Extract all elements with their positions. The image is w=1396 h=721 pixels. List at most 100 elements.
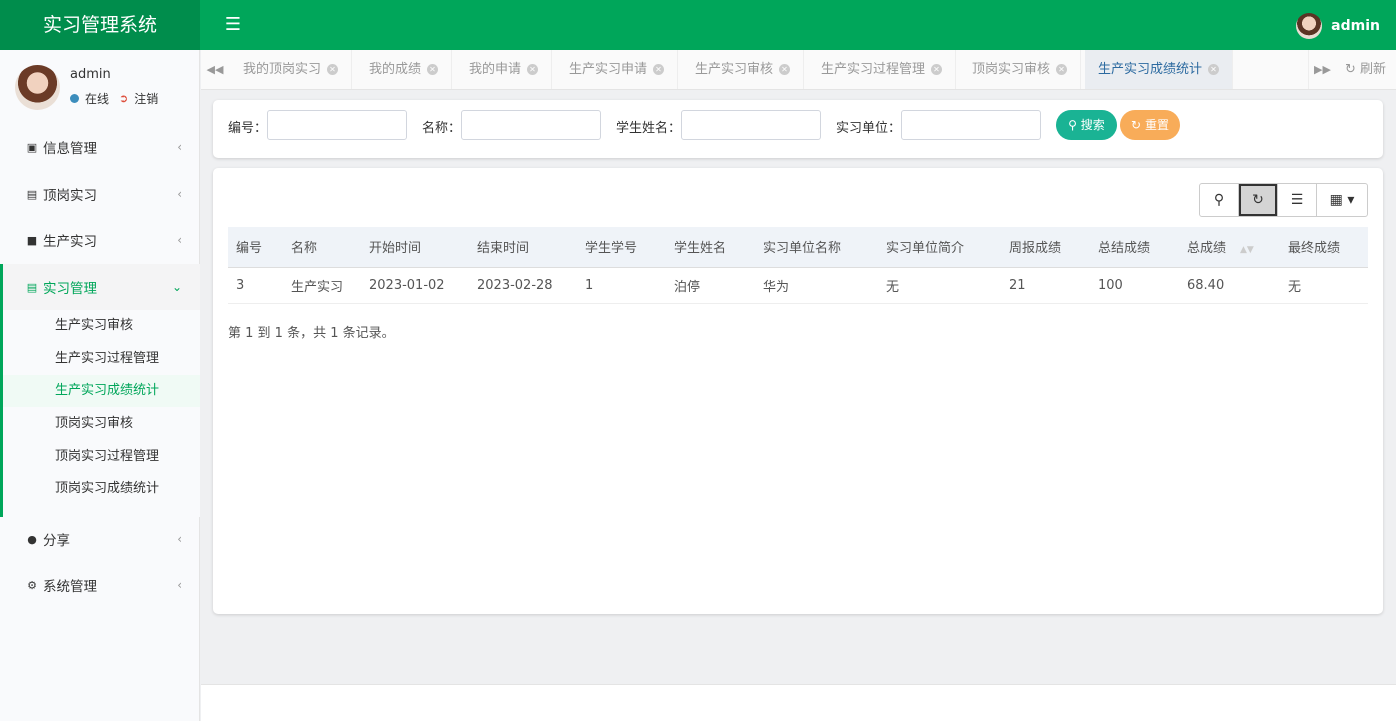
online-status: 在线 xyxy=(85,92,110,106)
tab-bar: ◀◀ 我的顶岗实习 ✕ 我的成绩 ✕ 我的申请 ✕ 生产实习申请 ✕ 生产实习审核 ✕ 生… xyxy=(201,50,1396,90)
table-cell: 泊停 xyxy=(666,267,755,304)
table-header-row: 编号 名称 开始时间 结束时间 学生学号 学生姓名 实习单位名称 实习单位简介 … xyxy=(228,227,1368,268)
refresh-icon[interactable]: ↻ xyxy=(1239,184,1278,216)
column-header[interactable]: 编号 xyxy=(228,227,283,268)
column-header-label: 总成绩 xyxy=(1187,241,1227,257)
refresh-tab-button[interactable]: ↻ 刷新 xyxy=(1345,50,1386,89)
tab-my-application[interactable]: 我的申请 ✕ xyxy=(456,50,553,89)
refresh-icon: ↻ xyxy=(1344,62,1356,77)
column-header[interactable]: 最终成绩 xyxy=(1280,227,1368,268)
name-input[interactable] xyxy=(461,110,601,140)
tab-production-review[interactable]: 生产实习审核 ✕ xyxy=(682,50,805,89)
column-header[interactable]: 实习单位简介 xyxy=(878,227,1001,268)
close-icon[interactable]: ✕ xyxy=(427,64,439,75)
search-button-label: 搜索 xyxy=(1080,118,1105,132)
column-header[interactable]: 学生学号 xyxy=(577,227,666,268)
tab-my-dinggang[interactable]: 我的顶岗实习 ✕ xyxy=(230,50,353,89)
tab-my-scores[interactable]: 我的成绩 ✕ xyxy=(356,50,453,89)
pagination-info: 第 1 到 1 条，共 1 条记录。 xyxy=(228,326,395,341)
column-header[interactable]: 名称 xyxy=(283,227,361,268)
chevron-down-icon: ⌄ xyxy=(171,280,182,294)
chevron-left-icon: ‹ xyxy=(177,233,182,247)
search-icon[interactable]: ⚲ xyxy=(1200,184,1239,216)
tab-label: 顶岗实习审核 xyxy=(972,62,1051,77)
tab-production-process[interactable]: 生产实习过程管理 ✕ xyxy=(808,50,957,89)
tab-scroll-left-icon[interactable]: ◀◀ xyxy=(201,50,229,89)
bars-icon[interactable]: ☰ xyxy=(222,14,244,36)
submenu-item-production-scores[interactable]: 生产实习成绩统计 xyxy=(3,375,200,407)
column-header[interactable]: 实习单位名称 xyxy=(755,227,878,268)
app-title[interactable]: 实习管理系统 xyxy=(0,0,200,50)
table-cell: 100 xyxy=(1090,267,1179,304)
logout-link[interactable]: 注销 xyxy=(134,90,158,107)
sidebar-item-label: 实习管理 xyxy=(43,281,97,297)
table-cell: 68.40 xyxy=(1179,267,1280,304)
tab-label: 我的顶岗实习 xyxy=(243,62,322,77)
avatar xyxy=(15,65,60,110)
sidebar-item-system[interactable]: ⚙ 系统管理 ‹ xyxy=(0,562,200,608)
sidebar-item-info[interactable]: ▣ 信息管理 ‹ xyxy=(0,124,200,170)
sort-icon: ▲▼ xyxy=(1240,245,1254,256)
sidebar-user-name: admin xyxy=(70,67,111,82)
reset-button[interactable]: ↻ 重置 xyxy=(1120,110,1180,140)
gear-icon: ⚙ xyxy=(27,578,37,592)
tab-scroll-right-icon[interactable]: ▶▶ xyxy=(1308,50,1336,89)
table-cell: 无 xyxy=(878,267,1001,304)
sidebar-item-dinggang[interactable]: ▤ 顶岗实习 ‹ xyxy=(0,171,200,217)
close-icon[interactable]: ✕ xyxy=(527,64,539,75)
submenu-item-dinggang-review[interactable]: 顶岗实习审核 xyxy=(3,408,200,440)
submenu-item-dinggang-process[interactable]: 顶岗实习过程管理 xyxy=(3,441,200,473)
sidebar-item-share[interactable]: ● 分享 ‹ xyxy=(0,516,200,562)
page-footer xyxy=(201,684,1396,721)
user-status: 在线 ➲ 注销 xyxy=(70,90,158,107)
sidebar-item-internship-mgmt[interactable]: ▤ 实习管理 ⌄ xyxy=(0,264,200,310)
submenu-item-production-review[interactable]: 生产实习审核 xyxy=(3,310,200,342)
address-card-icon: ▤ xyxy=(26,280,38,294)
submenu-item-production-process[interactable]: 生产实习过程管理 xyxy=(3,343,200,375)
column-header[interactable]: 结束时间 xyxy=(469,227,577,268)
table-cell: 生产实习 xyxy=(283,267,361,304)
id-label: 编号： xyxy=(228,121,268,136)
chevron-left-icon: ‹ xyxy=(177,140,182,154)
tab-production-scores[interactable]: 生产实习成绩统计 ✕ xyxy=(1085,50,1234,89)
user-panel: admin 在线 ➲ 注销 xyxy=(0,50,200,125)
student-name-input[interactable] xyxy=(681,110,821,140)
sidebar-item-production[interactable]: ■ 生产实习 ‹ xyxy=(0,217,200,263)
company-label: 实习单位： xyxy=(836,121,902,136)
tab-label: 我的成绩 xyxy=(369,62,422,77)
column-header-sortable[interactable]: 总成绩 ▲▼ xyxy=(1179,227,1280,268)
close-icon[interactable]: ✕ xyxy=(1208,64,1220,75)
user-name: admin xyxy=(1331,18,1380,34)
column-header[interactable]: 开始时间 xyxy=(361,227,469,268)
tab-label: 生产实习成绩统计 xyxy=(1098,62,1203,77)
list-icon[interactable]: ☰ xyxy=(1278,184,1317,216)
close-icon[interactable]: ✕ xyxy=(327,64,339,75)
close-icon[interactable]: ✕ xyxy=(931,64,943,75)
sidebar-item-label: 系统管理 xyxy=(43,579,97,595)
close-icon[interactable]: ✕ xyxy=(1056,64,1068,75)
user-menu[interactable]: admin xyxy=(1296,13,1380,39)
table-cell: 1 xyxy=(577,267,666,304)
close-icon[interactable]: ✕ xyxy=(653,64,665,75)
sign-out-icon[interactable]: ➲ xyxy=(119,92,128,105)
table-row[interactable]: 3 生产实习 2023-01-02 2023-02-28 1 泊停 华为 无 2… xyxy=(228,267,1368,304)
column-header[interactable]: 学生姓名 xyxy=(666,227,755,268)
refresh-label: 刷新 xyxy=(1359,62,1386,77)
data-table: 编号 名称 开始时间 结束时间 学生学号 学生姓名 实习单位名称 实习单位简介 … xyxy=(228,227,1368,304)
column-header[interactable]: 周报成绩 xyxy=(1001,227,1090,268)
close-icon[interactable]: ✕ xyxy=(779,64,791,75)
tab-dinggang-review[interactable]: 顶岗实习审核 ✕ xyxy=(959,50,1082,89)
tab-label: 生产实习申请 xyxy=(569,62,648,77)
columns-icon[interactable]: ▦ ▾ xyxy=(1317,184,1367,216)
reset-button-label: 重置 xyxy=(1144,118,1169,132)
submenu: 生产实习审核 生产实习过程管理 生产实习成绩统计 顶岗实习审核 顶岗实习过程管理… xyxy=(0,310,200,517)
submenu-item-dinggang-scores[interactable]: 顶岗实习成绩统计 xyxy=(3,473,200,505)
search-button[interactable]: ⚲ 搜索 xyxy=(1056,110,1117,140)
student-name-label: 学生姓名： xyxy=(616,121,682,136)
column-header[interactable]: 总结成绩 xyxy=(1090,227,1179,268)
id-input[interactable] xyxy=(267,110,407,140)
tab-production-apply[interactable]: 生产实习申请 ✕ xyxy=(556,50,679,89)
chevron-left-icon: ‹ xyxy=(177,532,182,546)
table-cell: 2023-01-02 xyxy=(361,267,469,304)
company-input[interactable] xyxy=(901,110,1041,140)
